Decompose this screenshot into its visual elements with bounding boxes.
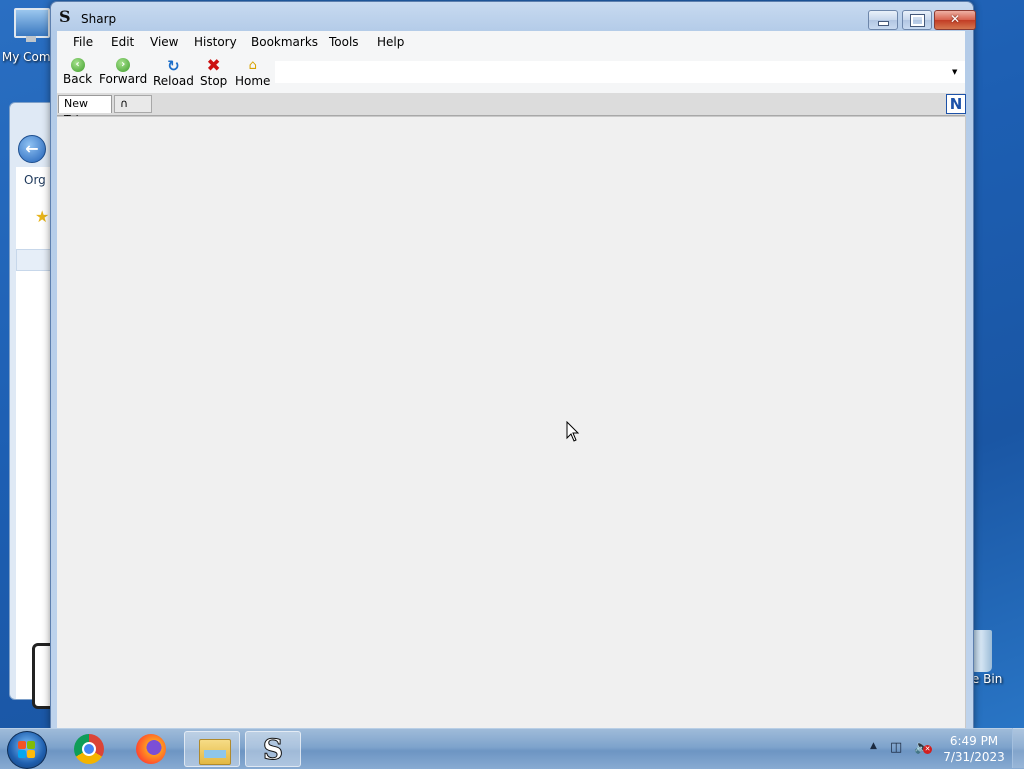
computer-icon [14, 8, 50, 48]
stop-button[interactable]: ✖ Stop [200, 56, 228, 89]
forward-label: Forward [99, 72, 148, 86]
sharp-icon: S [262, 733, 284, 766]
reload-label: Reload [153, 74, 194, 88]
show-desktop-button[interactable] [1012, 728, 1024, 768]
forward-icon: › [116, 58, 131, 72]
home-button[interactable]: ⌂ Home [235, 58, 270, 88]
menu-edit[interactable]: Edit [111, 35, 134, 49]
menu-tools[interactable]: Tools [329, 35, 359, 49]
mouse-cursor-icon [566, 421, 580, 442]
menu-help[interactable]: Help [377, 35, 404, 49]
back-icon: ‹ [70, 58, 85, 72]
organize-button[interactable]: Org [24, 173, 46, 187]
reload-icon: ↻ [167, 57, 180, 75]
windows-logo-icon [18, 741, 36, 759]
close-icon: ✕ [949, 12, 961, 26]
clock-date: 7/31/2023 [943, 750, 1005, 764]
address-dropdown-icon[interactable]: ▼ [952, 68, 957, 76]
tab-strip: New Tab ∩ N [57, 93, 966, 126]
home-label: Home [235, 74, 271, 88]
page-content-area[interactable] [57, 116, 966, 729]
network-icon[interactable]: ◫ [890, 741, 906, 755]
show-hidden-icons-icon[interactable]: ▲ [870, 741, 877, 751]
window-title: Sharp [81, 12, 117, 26]
close-button[interactable]: ✕ [934, 10, 976, 30]
reload-button[interactable]: ↻ Reload [153, 58, 194, 88]
taskbar: S ▲ ◫ 🔈 ✕ 6:49 PM 7/31/2023 [0, 728, 1024, 769]
browser-client-area: File Edit View History Bookmarks Tools H… [57, 31, 966, 729]
sharp-logo-icon: S [59, 7, 71, 26]
forward-button[interactable]: › Forward [99, 58, 147, 86]
home-icon: ⌂ [248, 58, 257, 73]
tab-new-tab[interactable]: New Tab [58, 95, 112, 126]
menu-history[interactable]: History [194, 35, 237, 49]
menu-bookmarks[interactable]: Bookmarks [251, 35, 318, 49]
firefox-taskbar-button[interactable] [122, 731, 178, 767]
maximize-icon [910, 14, 925, 27]
menu-file[interactable]: File [73, 35, 93, 49]
back-label: Back [63, 72, 93, 86]
minimize-button[interactable] [868, 10, 898, 30]
sharp-browser-window: S Sharp ✕ File Edit View History Bookmar… [50, 1, 976, 730]
title-bar[interactable]: S Sharp ✕ [51, 2, 976, 32]
chrome-taskbar-button[interactable] [60, 731, 116, 767]
firefox-icon [136, 734, 166, 764]
back-button[interactable]: ‹ Back [63, 58, 92, 86]
start-button[interactable] [7, 731, 47, 769]
maximize-button[interactable] [902, 10, 932, 30]
minimize-icon [878, 21, 889, 26]
address-bar[interactable] [275, 61, 965, 83]
file-explorer-taskbar-button[interactable] [184, 731, 240, 767]
system-tray: ▲ ◫ 🔈 ✕ 6:49 PM 7/31/2023 [866, 729, 1024, 769]
explorer-back-icon[interactable]: ← [18, 135, 46, 163]
clock-time: 6:49 PM [949, 734, 999, 748]
stop-label: Stop [200, 74, 228, 88]
stop-icon: ✖ [206, 56, 221, 76]
clock[interactable]: 6:49 PM 7/31/2023 [938, 733, 1010, 765]
file-explorer-icon [199, 739, 231, 765]
favorites-star-icon: ★ [35, 207, 50, 226]
n-badge-icon[interactable]: N [946, 94, 966, 114]
menu-bar: File Edit View History Bookmarks Tools H… [57, 31, 965, 53]
add-tab-button[interactable]: ∩ [114, 95, 152, 113]
sharp-taskbar-button[interactable]: S [245, 731, 301, 767]
volume-muted-icon[interactable]: 🔈 ✕ [914, 741, 932, 755]
chrome-icon [74, 734, 104, 764]
navigation-toolbar: ‹ Back › Forward ↻ Reload ✖ Stop ⌂ Home … [57, 53, 965, 93]
menu-view[interactable]: View [150, 35, 178, 49]
